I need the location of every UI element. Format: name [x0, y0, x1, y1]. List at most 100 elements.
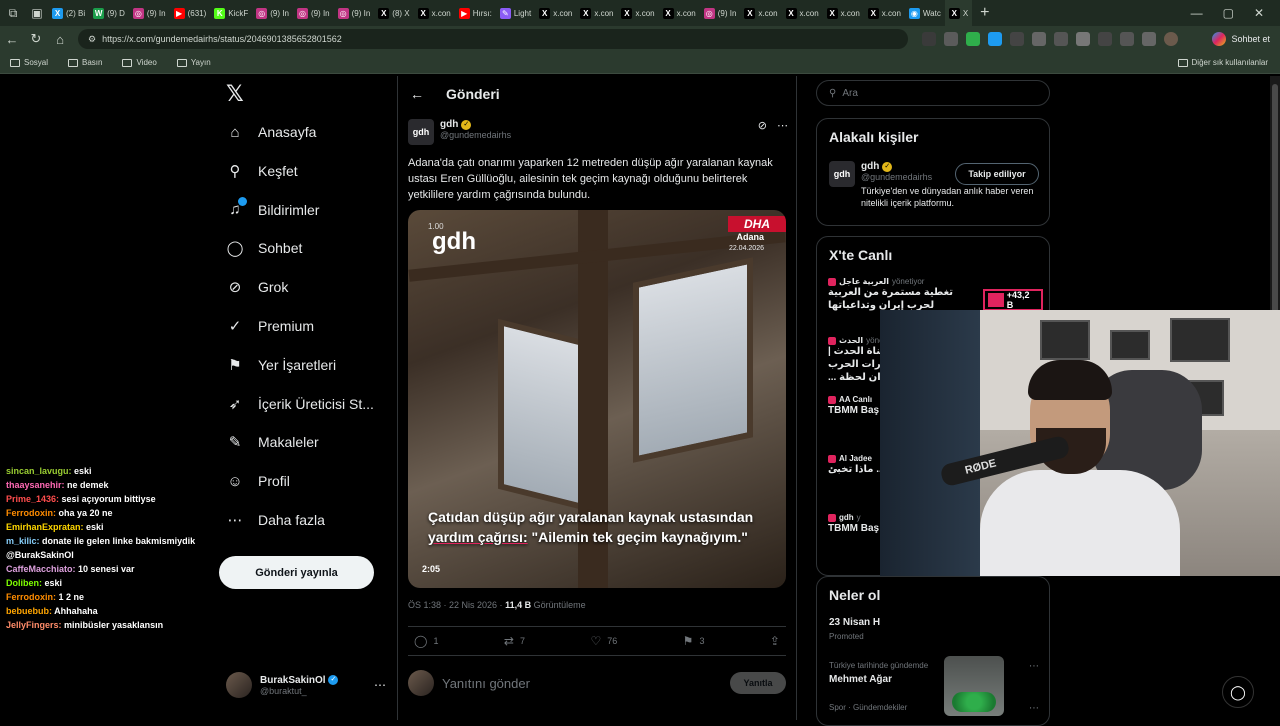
repost-action[interactable]: ⇄ 7 — [504, 634, 525, 648]
browser-tab[interactable]: ◎ (9) In — [293, 0, 334, 26]
grok-icon[interactable]: ⊘ — [758, 119, 767, 145]
extension-icon[interactable] — [1054, 32, 1068, 46]
post-button[interactable]: Gönderi yayınla — [219, 556, 374, 589]
extension-icon[interactable] — [922, 32, 936, 46]
browser-tab[interactable]: Xx.con — [659, 0, 700, 26]
extension-icon[interactable] — [1098, 32, 1112, 46]
browser-tab[interactable]: ✎ Light — [496, 0, 535, 26]
video-scene-window — [498, 318, 588, 512]
search-input[interactable]: ⚲ Ara — [816, 80, 1050, 106]
reply-action[interactable]: ◯ 1 — [414, 634, 438, 648]
extension-icon[interactable] — [1120, 32, 1134, 46]
nav-item[interactable]: ⚲ Keşfet — [226, 162, 298, 180]
tab-actions-icon[interactable]: ⧉ — [0, 0, 26, 26]
browser-tab[interactable]: ▶ Hırsı: — [455, 0, 496, 26]
more-options-icon[interactable]: ⋯ — [374, 678, 386, 692]
maximize-icon[interactable]: ▢ — [1223, 6, 1234, 20]
following-button[interactable]: Takip ediliyor — [955, 163, 1039, 185]
heart-icon: ♡ — [590, 634, 602, 648]
bookmark-action[interactable]: ⚑ 3 — [683, 634, 705, 648]
site-info-icon[interactable]: ⚙ — [88, 34, 96, 45]
profile-avatar-icon[interactable] — [1164, 32, 1178, 46]
browser-tab[interactable]: Xx.con — [617, 0, 658, 26]
minimize-icon[interactable]: — — [1191, 6, 1203, 20]
browser-tab[interactable]: ▶ (631) — [170, 0, 211, 26]
account-switcher[interactable]: BurakSakinOl ✓ @buraktut_ ⋯ — [226, 672, 386, 698]
browser-tab[interactable]: ◎ (9) In — [700, 0, 741, 26]
browser-tab[interactable]: Xx.con — [535, 0, 576, 26]
trend-item[interactable]: Mehmet Ağar — [829, 674, 892, 685]
trend-more-icon[interactable]: ⋯ — [1029, 661, 1039, 672]
video-location: Adana — [736, 232, 764, 242]
browser-tab[interactable]: ◎ (9) In — [252, 0, 293, 26]
bookmark-label: Video — [136, 58, 157, 67]
browser-tab[interactable]: K KickF — [210, 0, 252, 26]
browser-tab[interactable]: Xx.con — [864, 0, 905, 26]
browser-tab[interactable]: X (8) X — [374, 0, 413, 26]
more-icon[interactable]: ⋯ — [777, 119, 788, 145]
browser-tab[interactable]: X (2) Bi — [48, 0, 89, 26]
nav-item[interactable]: ⊘ Grok — [226, 278, 289, 296]
new-tab-icon[interactable]: + — [972, 4, 997, 22]
reply-input[interactable]: Yanıtını gönder — [442, 676, 530, 691]
trend-more-icon[interactable]: ⋯ — [1029, 703, 1039, 714]
browser-tab[interactable]: ◎ (9) In — [129, 0, 170, 26]
back-arrow-icon[interactable]: ← — [410, 86, 424, 102]
copilot-chat-button[interactable]: Sohbet et — [1212, 32, 1270, 46]
tab-groups-icon[interactable]: ▣ — [26, 0, 48, 26]
extension-icon[interactable] — [944, 32, 958, 46]
browser-tab[interactable]: Xx.con — [414, 0, 455, 26]
nav-item[interactable]: ➶ İçerik Üreticisi St... — [226, 395, 374, 413]
browser-tab[interactable]: Xx.con — [576, 0, 617, 26]
author-handle[interactable]: @gundemedairhs — [440, 130, 511, 140]
bookmark-folder[interactable]: Yayın — [176, 58, 211, 67]
chat-message: sincan_lavugu: eski — [6, 464, 218, 478]
trend-item[interactable]: 23 Nisan H — [829, 617, 880, 628]
related-avatar[interactable]: gdh — [829, 161, 855, 187]
x-logo-icon[interactable]: 𝕏 — [226, 82, 244, 107]
like-action[interactable]: ♡ 76 — [590, 634, 617, 648]
extension-icon[interactable] — [966, 32, 980, 46]
close-window-icon[interactable]: ✕ — [1254, 6, 1264, 20]
messages-icon[interactable]: ◯ — [1222, 676, 1254, 708]
extension-icon[interactable] — [1032, 32, 1046, 46]
related-name[interactable]: gdh — [861, 161, 879, 172]
bookmark-folder[interactable]: Video — [122, 58, 157, 67]
share-action[interactable]: ⇪ — [770, 634, 780, 648]
nav-item[interactable]: ⌂ Anasayfa — [226, 123, 316, 141]
chat-username: Ferrodoxin: — [6, 508, 57, 518]
author-avatar[interactable]: gdh — [408, 119, 434, 145]
chat-text: 1 2 ne — [56, 592, 85, 602]
browser-tab[interactable]: ◎ (9) In — [334, 0, 375, 26]
url-field[interactable]: ⚙ https://x.com/gundemedairhs/status/204… — [78, 29, 908, 49]
tweet-time[interactable]: ÖS 1:38 · 22 Nis 2026 · — [408, 600, 505, 610]
nav-item[interactable]: ⋯ Daha fazla — [226, 511, 325, 529]
home-browser-icon[interactable]: ⌂ — [48, 32, 72, 47]
nav-item[interactable]: ✓ Premium — [226, 317, 314, 335]
browser-tab[interactable]: Xx.con — [740, 0, 781, 26]
browser-tab[interactable]: Xx.con — [782, 0, 823, 26]
bookmark-folder[interactable]: Basın — [68, 58, 102, 67]
nav-item[interactable]: ⚑ Yer İşaretleri — [226, 356, 336, 374]
browser-tab[interactable]: XX — [944, 0, 973, 26]
author-name[interactable]: gdh — [440, 119, 458, 130]
extension-icon[interactable] — [1076, 32, 1090, 46]
live-item[interactable]: العربية عاجل yönetiyor تغطية مستمرة من الع… — [828, 277, 1043, 312]
extension-icon[interactable] — [1142, 32, 1156, 46]
bookmark-folder[interactable]: Sosyal — [10, 58, 48, 67]
extension-icon[interactable] — [988, 32, 1002, 46]
nav-item[interactable]: ✎ Makaleler — [226, 433, 319, 451]
reply-button[interactable]: Yanıtla — [730, 672, 786, 694]
nav-item[interactable]: ◯ Sohbet — [226, 239, 303, 257]
reload-icon[interactable]: ↻ — [24, 31, 48, 47]
notification-badge — [238, 196, 247, 206]
browser-tab[interactable]: Xx.con — [823, 0, 864, 26]
other-bookmarks[interactable]: Diğer sık kullanılanlar — [1177, 58, 1268, 67]
back-icon[interactable]: ← — [0, 32, 24, 47]
nav-item[interactable]: ♫ Bildirimler — [226, 196, 319, 219]
browser-tab[interactable]: ◉ Watc — [905, 0, 945, 26]
extension-icon[interactable] — [1010, 32, 1024, 46]
browser-tab[interactable]: W (9) D — [89, 0, 129, 26]
nav-item[interactable]: ☺ Profil — [226, 472, 290, 490]
tweet-video[interactable]: 1.00 gdh DHA Adana 22.04.2026 Çatıdan düş… — [408, 210, 786, 588]
